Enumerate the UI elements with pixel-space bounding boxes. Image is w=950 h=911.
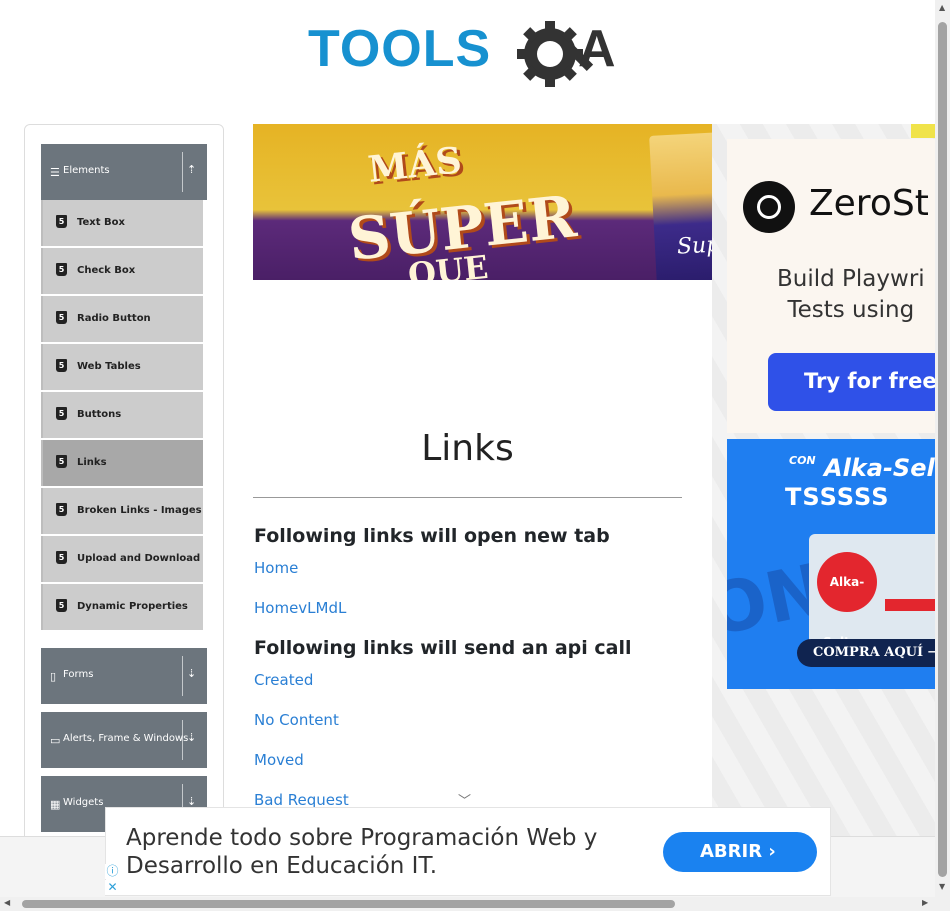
- html5-icon: 5: [56, 311, 67, 324]
- ad-decoration: [885, 599, 935, 611]
- menu-item-label: Web Tables: [77, 361, 141, 372]
- zerostep-logo-icon: [743, 181, 795, 233]
- product-box-image: Alka-Seltzer: [809, 534, 935, 649]
- divider: [182, 152, 183, 192]
- menu-item-broken-links[interactable]: 5 Broken Links - Images: [41, 488, 203, 534]
- list-icon: ☰: [50, 166, 60, 179]
- chevron-right-icon: ›: [768, 841, 776, 862]
- menu-item-label: Dynamic Properties: [77, 601, 188, 612]
- html5-icon: 5: [56, 215, 67, 228]
- abrir-button[interactable]: ABRIR ›: [663, 832, 817, 872]
- group-forms[interactable]: ▯ Forms ⇣: [41, 648, 207, 704]
- ad-headline-prefix: CON: [789, 454, 816, 467]
- group-label: Elements: [63, 165, 110, 176]
- scrollbar-thumb[interactable]: [22, 900, 675, 908]
- window-icon: ▭: [50, 734, 61, 747]
- menu-item-label: Broken Links - Images: [77, 505, 202, 516]
- ad-close-icon[interactable]: ✕: [105, 880, 120, 895]
- ad-description-line: Tests using: [787, 297, 915, 323]
- ad-text: MÁS: [366, 139, 464, 191]
- scroll-down-icon[interactable]: ▼: [939, 882, 945, 891]
- divider: [182, 656, 183, 696]
- link-created[interactable]: Created: [254, 671, 313, 689]
- link-moved[interactable]: Moved: [254, 751, 304, 769]
- ad-text: Aprende todo sobre Programación Web y De…: [126, 825, 598, 879]
- menu-item-buttons[interactable]: 5 Buttons: [41, 392, 203, 438]
- link-home[interactable]: Home: [254, 559, 298, 577]
- html5-icon: 5: [56, 263, 67, 276]
- logo-tools-text: TOOLS: [308, 20, 491, 78]
- bottom-ad[interactable]: Aprende todo sobre Programación Web y De…: [105, 807, 831, 896]
- ad-brand: ZeroSt: [809, 183, 929, 224]
- menu-item-links[interactable]: 5 Links: [41, 440, 203, 486]
- menu-item-label: Upload and Download: [77, 553, 201, 564]
- scroll-left-icon[interactable]: ◀: [4, 898, 10, 907]
- scroll-up-icon[interactable]: ▲: [939, 3, 945, 12]
- section-heading-new-tab: Following links will open new tab: [254, 525, 610, 547]
- html5-icon: 5: [56, 551, 67, 564]
- html5-icon: 5: [56, 407, 67, 420]
- ad-description-line: Build Playwri: [777, 266, 925, 292]
- menu-item-radio-button[interactable]: 5 Radio Button: [41, 296, 203, 342]
- sidebar: ☰ Elements ⇡ 5 Text Box 5 Check Box 5 Ra…: [24, 124, 224, 846]
- zerostep-ad[interactable]: ZeroSt Build Playwri Tests using Try for…: [727, 139, 935, 433]
- vertical-scrollbar[interactable]: ▲ ▼: [935, 0, 950, 897]
- scroll-right-icon[interactable]: ▶: [922, 898, 928, 907]
- horizontal-scrollbar[interactable]: ◀ ▶: [0, 897, 950, 911]
- link-home-dynamic[interactable]: HomevLMdL: [254, 599, 346, 617]
- menu-item-label: Check Box: [77, 265, 136, 276]
- grid-icon: ▦: [50, 798, 61, 811]
- abrir-button-label: ABRIR: [700, 841, 763, 862]
- arrow-up-icon[interactable]: ⇡: [187, 163, 196, 176]
- group-label: Forms: [63, 669, 94, 680]
- title-divider: [253, 497, 682, 498]
- ad-subhead: TSSSSS: [785, 483, 890, 511]
- product-package-image: Sup: [649, 132, 712, 280]
- logo-a-text: A: [578, 20, 616, 78]
- group-elements[interactable]: ☰ Elements ⇡: [41, 144, 207, 200]
- ad-description: Build Playwri Tests using: [777, 264, 925, 326]
- html5-icon: 5: [56, 503, 67, 516]
- group-label: Alerts, Frame & Windows: [63, 733, 189, 744]
- product-label: Sup: [676, 232, 712, 260]
- menu-item-upload-download[interactable]: 5 Upload and Download: [41, 536, 203, 582]
- menu-item-label: Text Box: [77, 217, 125, 228]
- link-no-content[interactable]: No Content: [254, 711, 339, 729]
- menu-item-label: Buttons: [77, 409, 122, 420]
- page-title: Links: [421, 428, 514, 469]
- html5-icon: 5: [56, 455, 67, 468]
- divider: [182, 720, 183, 760]
- scrollbar-thumb[interactable]: [938, 22, 947, 877]
- ad-info-icon[interactable]: ⓘ: [105, 864, 120, 879]
- document-icon: ▯: [50, 670, 57, 683]
- try-for-free-button[interactable]: Try for free →: [768, 353, 935, 411]
- ad-headline: CON Alka-Seltz: [789, 454, 935, 482]
- alka-seltzer-ad[interactable]: ON CON Alka-Seltz TSSSSS Alka-Seltzer CO…: [727, 439, 935, 689]
- menu-item-label: Links: [77, 457, 107, 468]
- arrow-down-icon[interactable]: ⇣: [187, 667, 196, 680]
- menu-item-text-box[interactable]: 5 Text Box: [41, 200, 203, 246]
- menu-item-check-box[interactable]: 5 Check Box: [41, 248, 203, 294]
- html5-icon: 5: [56, 359, 67, 372]
- compra-aqui-button[interactable]: COMPRA AQUÍ →: [797, 639, 935, 667]
- menu-item-dynamic-properties[interactable]: 5 Dynamic Properties: [41, 584, 203, 630]
- arrow-down-icon[interactable]: ⇣: [187, 731, 196, 744]
- group-label: Widgets: [63, 797, 104, 808]
- ad-strip: [911, 124, 935, 138]
- toolsqa-logo[interactable]: TOOLS A: [308, 16, 633, 90]
- menu-item-web-tables[interactable]: 5 Web Tables: [41, 344, 203, 390]
- top-banner-ad[interactable]: MÁS SÚPER QUE Sup: [253, 124, 712, 280]
- menu-item-label: Radio Button: [77, 313, 151, 324]
- group-alerts-frame-windows[interactable]: ▭ Alerts, Frame & Windows ⇣: [41, 712, 207, 768]
- ad-headline-brand: Alka-Seltz: [824, 454, 935, 482]
- section-heading-api-call: Following links will send an api call: [254, 637, 632, 659]
- alka-logo: Alka-Seltzer: [817, 552, 877, 649]
- html5-icon: 5: [56, 599, 67, 612]
- header: TOOLS A: [0, 0, 935, 105]
